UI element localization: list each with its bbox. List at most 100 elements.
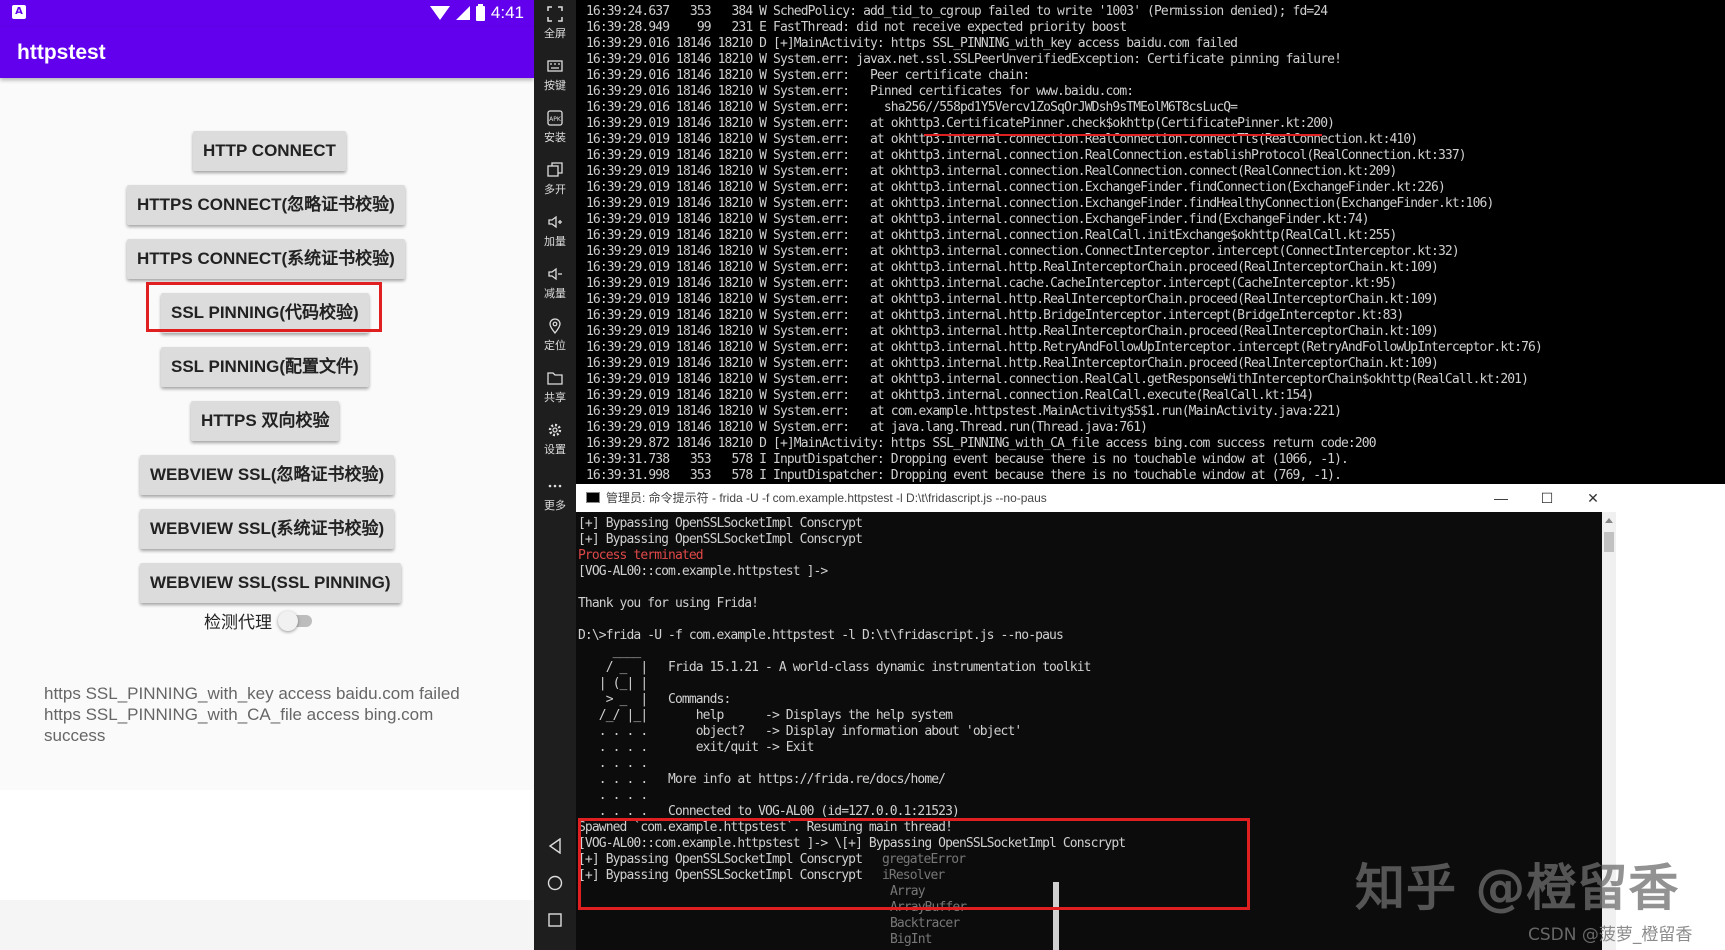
toolbar-settings[interactable]: 设置 — [534, 422, 576, 457]
log-line: 16:39:29.019 18146 18210 W System.err: a… — [586, 276, 1397, 291]
cmd-titlebar: 管理员: 命令提示符 - frida -U -f com.example.htt… — [576, 484, 1616, 512]
log-line: 16:39:24.637 353 384 W SchedPolicy: add_… — [586, 4, 1328, 19]
toolbar-volume-up[interactable]: 加量 — [534, 214, 576, 249]
volume-up-icon — [548, 215, 562, 229]
log-line: 16:39:29.019 18146 18210 W System.err: a… — [586, 212, 1370, 227]
maximize-button[interactable]: ☐ — [1524, 484, 1570, 512]
cmd-line: | (_| | — [578, 676, 648, 691]
back-icon[interactable] — [547, 838, 563, 854]
result-line: https SSL_PINNING_with_CA_file access bi… — [44, 705, 434, 724]
logcat-terminal: 16:39:24.637 353 384 W SchedPolicy: add_… — [576, 0, 1725, 484]
gear-icon — [548, 423, 562, 437]
cmd-line: Process terminated — [578, 548, 704, 563]
webview-ssl-pinning-button[interactable]: WEBVIEW SSL(SSL PINNING) — [140, 563, 401, 603]
log-line: 16:39:29.019 18146 18210 W System.err: a… — [586, 164, 1397, 179]
cmd-line: . . . . object? -> Display information a… — [578, 724, 1022, 739]
cmd-line: /_/ |_| help -> Displays the help system — [578, 708, 953, 723]
toolbar-label: 安装 — [544, 131, 566, 144]
cmd-line: [+] Bypassing OpenSSLSocketImpl Conscryp… — [578, 516, 863, 531]
phone-empty-area — [0, 790, 534, 900]
log-line: 16:39:29.016 18146 18210 W System.err: P… — [586, 68, 1030, 83]
home-icon[interactable] — [547, 875, 563, 891]
cmd-line: > _ | Commands: — [578, 692, 732, 707]
phone-empty-area — [0, 900, 534, 950]
cmd-line: [+] Bypassing OpenSSLSocketImpl Conscryp… — [578, 532, 863, 547]
highlight-box — [578, 818, 1250, 910]
toolbar-label: 按键 — [544, 79, 566, 92]
cmd-line: . . . . — [578, 788, 648, 803]
https-mutual-auth-button[interactable]: HTTPS 双向校验 — [191, 401, 340, 441]
webview-system-cert-button[interactable]: WEBVIEW SSL(系统证书校验) — [140, 509, 395, 549]
log-line: 16:39:29.019 18146 18210 W System.err: a… — [586, 372, 1529, 387]
result-line: https SSL_PINNING_with_key access baidu.… — [44, 684, 460, 703]
toolbar-label: 加量 — [544, 235, 566, 248]
android-screen: A 4:41 httpstest HTTP CONNECT HTTPS CONN… — [0, 0, 534, 950]
multi-instance-icon — [547, 162, 563, 177]
cmd-line: / _ | Frida 15.1.21 - A world-class dyna… — [578, 660, 1092, 675]
log-line: 16:39:29.019 18146 18210 W System.err: a… — [586, 116, 1335, 131]
toolbar-volume-down[interactable]: 减量 — [534, 266, 576, 301]
recents-icon[interactable] — [547, 912, 563, 928]
https-ignore-cert-button[interactable]: HTTPS CONNECT(忽略证书校验) — [127, 185, 405, 225]
result-line: success — [44, 726, 106, 745]
toolbar-keys[interactable]: 按键 — [534, 58, 576, 93]
toolbar-more[interactable]: 更多 — [534, 478, 576, 513]
webview-ignore-cert-button[interactable]: WEBVIEW SSL(忽略证书校验) — [140, 455, 395, 495]
ssl-pinning-config-button[interactable]: SSL PINNING(配置文件) — [161, 347, 369, 387]
log-line: 16:39:29.016 18146 18210 D [+]MainActivi… — [586, 36, 1238, 51]
scroll-thumb[interactable] — [1604, 532, 1614, 552]
apk-icon: APK — [547, 110, 563, 126]
proxy-detect-row: 检测代理 — [204, 608, 316, 632]
battery-icon — [475, 3, 485, 21]
app-title: httpstest — [0, 27, 534, 78]
zhihu-watermark: 知乎 @橙留香 — [1355, 859, 1680, 917]
toolbar-install[interactable]: APK 安装 — [534, 110, 576, 145]
toolbar-multi[interactable]: 多开 — [534, 162, 576, 197]
log-line: 16:39:29.019 18146 18210 W System.err: a… — [586, 420, 1148, 435]
log-line: 16:39:29.016 18146 18210 W System.err: j… — [586, 52, 1342, 67]
log-line: 16:39:29.019 18146 18210 W System.err: a… — [586, 196, 1494, 211]
proxy-detect-switch[interactable] — [278, 611, 316, 631]
highlight-underline — [924, 134, 1322, 136]
result-text: https SSL_PINNING_with_key access baidu.… — [44, 683, 504, 746]
proxy-detect-label: 检测代理 — [204, 612, 272, 632]
log-line: 16:39:29.019 18146 18210 W System.err: a… — [586, 356, 1439, 371]
csdn-watermark: CSDN @菠萝_橙留香 — [1528, 925, 1693, 945]
highlight-box — [146, 282, 382, 332]
log-line: 16:39:29.019 18146 18210 W System.err: a… — [586, 324, 1439, 339]
keyboard-icon — [547, 60, 563, 72]
status-time: 4:41 — [490, 3, 524, 22]
cmd-line: [VOG-AL00::com.example.httpstest ]-> — [578, 564, 828, 579]
log-line: 16:39:29.019 18146 18210 W System.err: a… — [586, 292, 1439, 307]
location-icon — [549, 318, 561, 334]
log-line: 16:39:29.019 18146 18210 W System.err: a… — [586, 404, 1342, 419]
volume-down-icon — [548, 267, 562, 281]
fullscreen-icon — [547, 6, 563, 22]
autocomplete-item[interactable]: BigInt — [890, 932, 932, 948]
log-line: 16:39:29.019 18146 18210 W System.err: a… — [586, 148, 1467, 163]
svg-text:APK: APK — [549, 116, 562, 123]
toolbar-share[interactable]: 共享 — [534, 370, 576, 405]
log-line: 16:39:28.949 99 231 E FastThread: did no… — [586, 20, 1127, 35]
scroll-up-icon[interactable] — [1605, 518, 1613, 523]
log-line: 16:39:29.019 18146 18210 W System.err: a… — [586, 180, 1446, 195]
toolbar-label: 减量 — [544, 287, 566, 300]
autocomplete-item[interactable]: Backtracer — [890, 916, 960, 932]
http-connect-button[interactable]: HTTP CONNECT — [193, 131, 346, 171]
toolbar-location[interactable]: 定位 — [534, 318, 576, 353]
cmd-line: ____ — [578, 644, 642, 659]
log-line: 16:39:31.738 353 578 I InputDispatcher: … — [586, 452, 1349, 467]
toolbar-label: 共享 — [544, 391, 566, 404]
log-line: 16:39:29.019 18146 18210 W System.err: a… — [586, 228, 1397, 243]
close-button[interactable]: ✕ — [1570, 484, 1616, 512]
log-line: 16:39:29.016 18146 18210 W System.err: P… — [586, 84, 1134, 99]
cmd-line: Thank you for using Frida! — [578, 596, 759, 611]
minimize-button[interactable]: — — [1478, 484, 1524, 512]
cmd-line: . . . . More info at https://frida.re/do… — [578, 772, 946, 787]
toolbar-label: 多开 — [544, 183, 566, 196]
log-line: 16:39:29.872 18146 18210 D [+]MainActivi… — [586, 436, 1377, 451]
toolbar-fullscreen[interactable]: 全屏 — [534, 6, 576, 41]
log-line: 16:39:29.019 18146 18210 W System.err: a… — [586, 244, 1460, 259]
toolbar-label: 更多 — [544, 499, 566, 512]
https-system-cert-button[interactable]: HTTPS CONNECT(系统证书校验) — [127, 239, 405, 279]
